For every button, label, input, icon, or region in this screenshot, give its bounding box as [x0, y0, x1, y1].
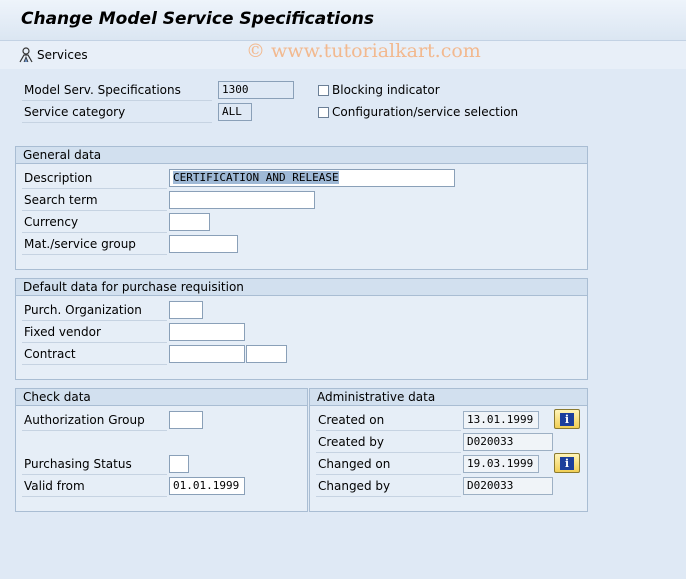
contract-label: Contract	[24, 347, 76, 361]
contract-input[interactable]	[169, 345, 245, 363]
vendor-label: Fixed vendor	[24, 325, 101, 339]
services-button[interactable]: Services	[18, 46, 88, 64]
changed-by-field: D020033	[463, 477, 553, 495]
description-value: CERTIFICATION AND RELEASE	[173, 171, 339, 184]
description-input[interactable]: CERTIFICATION AND RELEASE	[169, 169, 455, 187]
purch-status-label: Purchasing Status	[24, 457, 132, 471]
purchase-requisition-title: Default data for purchase requisition	[23, 280, 244, 294]
check-data-header: Check data	[16, 389, 307, 406]
service-category-field[interactable]: ALL	[218, 103, 252, 121]
title-bar: Change Model Service Specifications	[0, 0, 686, 41]
search-term-label: Search term	[24, 193, 98, 207]
created-by-field: D020033	[463, 433, 553, 451]
currency-input[interactable]	[169, 213, 210, 231]
changed-by-label: Changed by	[318, 479, 391, 493]
blocking-indicator-checkbox[interactable]	[318, 85, 329, 96]
services-icon	[19, 47, 33, 63]
purch-org-input[interactable]	[169, 301, 203, 319]
changed-on-field: 19.03.1999	[463, 455, 539, 473]
category-label: Service category	[24, 105, 126, 119]
purchase-requisition-header: Default data for purchase requisition	[16, 279, 587, 296]
spec-label: Model Serv. Specifications	[24, 83, 181, 97]
auth-group-input[interactable]	[169, 411, 203, 429]
purch-status-input[interactable]	[169, 455, 189, 473]
administrative-data-header: Administrative data	[310, 389, 587, 406]
matgroup-input[interactable]	[169, 235, 238, 253]
model-spec-field[interactable]: 1300	[218, 81, 294, 99]
fixed-vendor-input[interactable]	[169, 323, 245, 341]
created-on-info-button[interactable]: i	[554, 409, 580, 429]
currency-label: Currency	[24, 215, 79, 229]
matgroup-label: Mat./service group	[24, 237, 136, 251]
created-on-label: Created on	[318, 413, 385, 427]
info-icon: i	[560, 412, 574, 426]
watermark: © www.tutorialkart.com	[246, 40, 481, 62]
administrative-data-title: Administrative data	[317, 390, 436, 404]
page-title: Change Model Service Specifications	[21, 9, 375, 29]
search-term-input[interactable]	[169, 191, 315, 209]
info-icon: i	[560, 456, 574, 470]
configuration-selection-label: Configuration/service selection	[332, 105, 519, 119]
valid-from-input[interactable]: 01.01.1999	[169, 477, 245, 495]
general-data-title: General data	[23, 148, 102, 162]
description-label: Description	[24, 171, 93, 185]
general-data-header: General data	[16, 147, 587, 164]
changed-on-info-button[interactable]: i	[554, 453, 580, 473]
check-data-title: Check data	[23, 390, 91, 404]
contract-item-input[interactable]	[246, 345, 287, 363]
auth-group-label: Authorization Group	[24, 413, 145, 427]
created-by-label: Created by	[318, 435, 385, 449]
created-on-field: 13.01.1999	[463, 411, 539, 429]
changed-on-label: Changed on	[318, 457, 391, 471]
configuration-selection-checkbox[interactable]	[318, 107, 329, 118]
valid-from-label: Valid from	[24, 479, 85, 493]
services-label: Services	[37, 48, 88, 62]
blocking-indicator-label: Blocking indicator	[332, 83, 440, 97]
purch-org-label: Purch. Organization	[24, 303, 142, 317]
